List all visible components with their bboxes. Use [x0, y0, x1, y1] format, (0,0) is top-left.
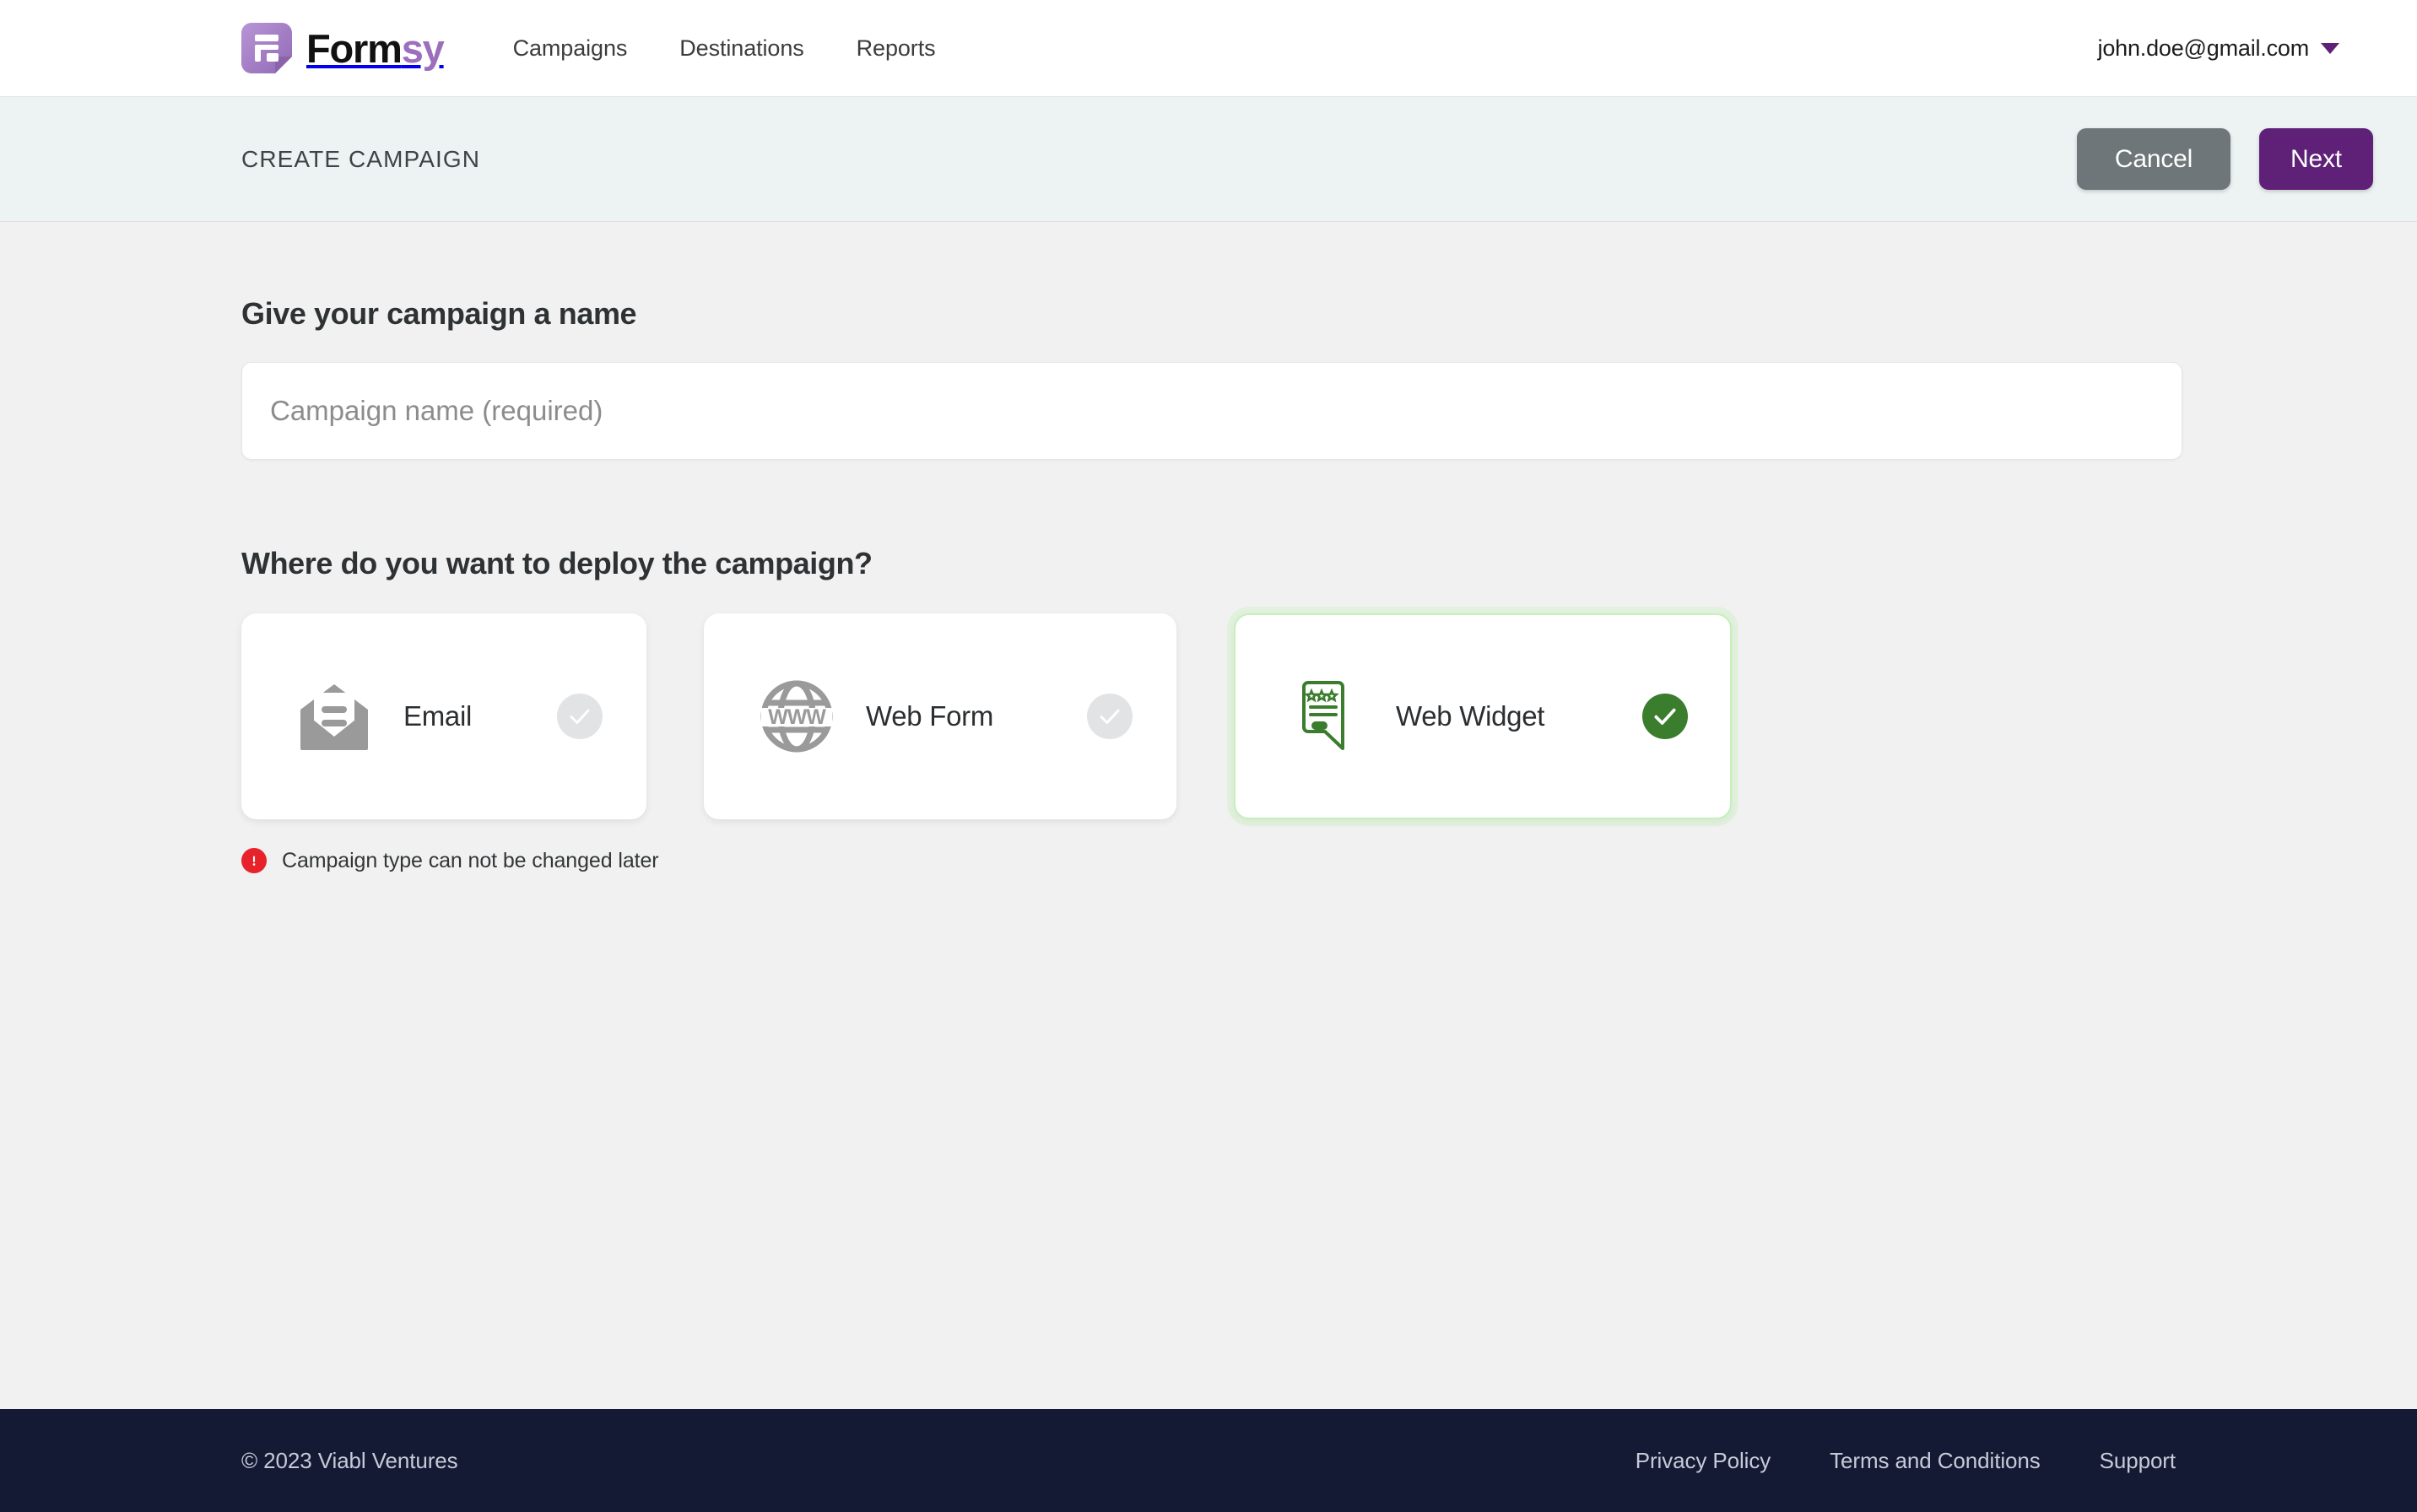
brand-name-primary: Form	[306, 25, 403, 71]
svg-text:WWW: WWW	[768, 705, 826, 729]
campaign-type-warning-text: Campaign type can not be changed later	[282, 848, 659, 872]
deploy-card-web-widget[interactable]: Web Widget	[1234, 613, 1732, 819]
globe-www-icon: WWW	[756, 676, 837, 757]
nav-item-destinations[interactable]: Destinations	[679, 35, 803, 62]
copyright-text: © 2023 Viabl Ventures	[241, 1447, 458, 1473]
widget-bubble-icon	[1286, 676, 1367, 757]
footer-link-terms-and-conditions[interactable]: Terms and Conditions	[1830, 1448, 2041, 1474]
check-circle-icon-email[interactable]	[557, 694, 603, 739]
account-email-label: john.doe@gmail.com	[2097, 35, 2310, 61]
campaign-name-heading: Give your campaign a name	[241, 296, 637, 331]
main-content: Give your campaign a name Where do you w…	[0, 222, 2417, 1409]
campaign-name-input[interactable]	[270, 395, 2154, 427]
campaign-type-warning: Campaign type can not be changed later	[241, 848, 2176, 873]
brand-name-accent: sy	[401, 25, 445, 71]
footer-link-support[interactable]: Support	[2100, 1448, 2176, 1474]
account-menu[interactable]: john.doe@gmail.com	[2098, 35, 2383, 62]
formsy-logo-icon	[241, 23, 292, 73]
top-navigation-bar: Formsy Campaigns Destinations Reports jo…	[0, 0, 2417, 97]
alert-exclamation-icon	[241, 848, 267, 873]
page-title: CREATE CAMPAIGN	[241, 145, 481, 172]
nav-item-reports[interactable]: Reports	[857, 35, 936, 62]
brand-logo-link[interactable]: Formsy	[241, 23, 445, 73]
page-action-buttons: Cancel Next	[2077, 128, 2373, 190]
nav-item-campaigns[interactable]: Campaigns	[513, 35, 628, 62]
deploy-card-web-form[interactable]: WWW Web Form	[704, 613, 1176, 819]
next-button[interactable]: Next	[2259, 128, 2373, 190]
deploy-card-email[interactable]: Email	[241, 613, 646, 819]
footer-link-list: Privacy Policy Terms and Conditions Supp…	[1636, 1448, 2176, 1474]
page-action-bar: CREATE CAMPAIGN Cancel Next	[0, 97, 2417, 222]
envelope-icon	[294, 676, 375, 757]
app-root: Formsy Campaigns Destinations Reports jo…	[0, 0, 2417, 1512]
check-circle-icon-web-form[interactable]	[1087, 694, 1133, 739]
deploy-card-label-web-form: Web Form	[866, 700, 994, 732]
check-circle-icon-web-widget[interactable]	[1642, 694, 1688, 739]
deploy-card-label-web-widget: Web Widget	[1396, 700, 1545, 732]
campaign-name-field-wrapper[interactable]	[241, 362, 2182, 460]
cancel-button[interactable]: Cancel	[2077, 128, 2230, 190]
footer-link-privacy-policy[interactable]: Privacy Policy	[1636, 1448, 1771, 1474]
chevron-down-icon	[2321, 42, 2339, 54]
brand-wordmark: Formsy	[306, 25, 445, 71]
deploy-target-card-list: Email WWW Web Form Web Widget	[241, 613, 2176, 819]
deploy-card-label-email: Email	[403, 700, 473, 732]
primary-nav-links: Campaigns Destinations Reports	[513, 35, 936, 62]
page-footer: © 2023 Viabl Ventures Privacy Policy Ter…	[0, 1409, 2417, 1512]
deploy-target-heading: Where do you want to deploy the campaign…	[241, 546, 873, 580]
